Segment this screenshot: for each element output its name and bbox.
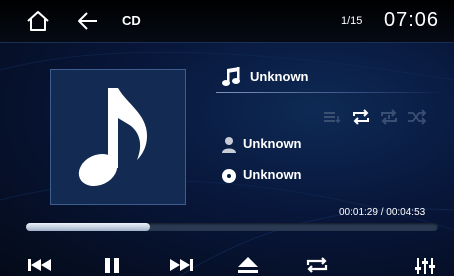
time-separator: / xyxy=(380,207,384,218)
progress-fill xyxy=(26,223,150,231)
play-mode-bar xyxy=(323,108,443,128)
repeat-icon[interactable] xyxy=(302,255,332,275)
home-icon[interactable] xyxy=(26,10,50,32)
person-icon xyxy=(222,137,236,153)
divider xyxy=(216,92,442,93)
music-note-icon xyxy=(78,88,147,187)
artist-name: Unknown xyxy=(243,136,302,151)
clock: 07:06 xyxy=(384,9,440,31)
source-label: CD xyxy=(122,13,141,28)
shuffle-icon[interactable] xyxy=(407,108,427,126)
previous-icon[interactable] xyxy=(25,255,55,275)
repeat-all-icon[interactable] xyxy=(351,108,371,126)
song-title: Unknown xyxy=(250,69,309,84)
back-arrow-icon[interactable] xyxy=(76,10,100,32)
elapsed-time: 00:01:29 xyxy=(339,207,378,218)
album-row: Unknown xyxy=(221,165,421,187)
album-name: Unknown xyxy=(243,167,302,182)
track-counter: 1/15 xyxy=(341,15,363,27)
next-icon[interactable] xyxy=(166,255,196,275)
artist-row: Unknown xyxy=(221,134,421,156)
progress-bar[interactable] xyxy=(26,223,438,231)
equalizer-icon[interactable] xyxy=(410,255,440,275)
song-title-row: Unknown xyxy=(222,66,442,90)
top-bar: CD 1/15 07:06 xyxy=(0,0,454,43)
total-time: 00:04:53 xyxy=(386,207,426,218)
playback-time: 00:01:29 / 00:04:53 xyxy=(339,207,425,218)
album-art xyxy=(50,69,186,205)
repeat-one-icon[interactable] xyxy=(379,108,399,126)
control-bar xyxy=(0,248,454,276)
music-note-icon xyxy=(222,67,240,86)
pause-icon[interactable] xyxy=(97,255,127,275)
eject-icon[interactable] xyxy=(233,255,263,275)
playlist-icon[interactable] xyxy=(323,108,343,126)
disc-icon xyxy=(222,169,236,183)
